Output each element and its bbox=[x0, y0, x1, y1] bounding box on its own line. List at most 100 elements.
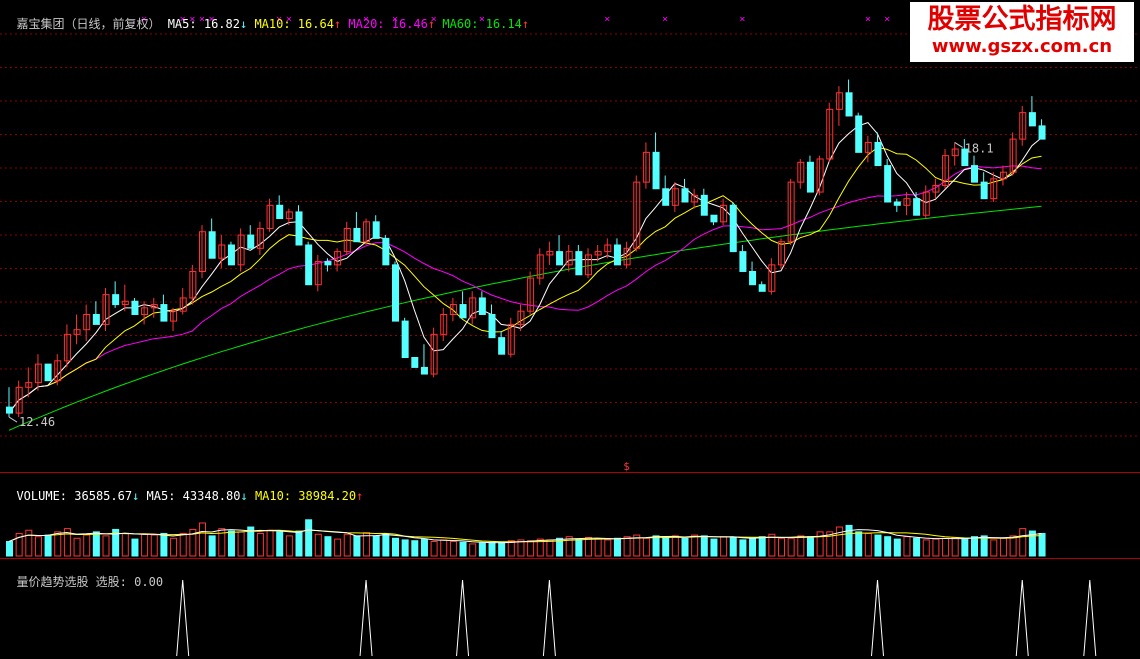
volume-bar-up bbox=[932, 538, 940, 557]
candle-down bbox=[681, 188, 689, 203]
volume-bar-up bbox=[720, 536, 728, 557]
volume-bar-up bbox=[121, 532, 129, 557]
candle-down bbox=[44, 363, 52, 382]
ma5-arrow-icon: ↓ bbox=[239, 17, 248, 31]
indicator-value: 0.00 bbox=[134, 575, 164, 589]
candle-down bbox=[112, 294, 120, 306]
volume-bar-up bbox=[449, 541, 457, 557]
volume-bar-up bbox=[440, 539, 448, 557]
volume-bar-up bbox=[102, 535, 110, 557]
volume-ma5-label: MA5: bbox=[146, 489, 176, 503]
volume-bar-down bbox=[652, 535, 660, 557]
candle-down bbox=[392, 264, 399, 322]
candle-down bbox=[749, 270, 757, 286]
volume-ma5-value: 43348.80 bbox=[182, 489, 241, 503]
signal-spike bbox=[1015, 579, 1029, 657]
volume-bar-down bbox=[893, 538, 901, 557]
volume-bar-up bbox=[594, 538, 602, 557]
volume-bar-down bbox=[478, 542, 486, 557]
candle-down bbox=[208, 231, 216, 259]
indicator-header: 量价趋势选股 选股: 0.00 bbox=[2, 561, 163, 589]
volume-bar-up bbox=[34, 536, 42, 557]
volume-bar-down bbox=[710, 538, 718, 557]
volume-bar-down bbox=[411, 540, 419, 557]
volume-label: VOLUME: bbox=[16, 489, 68, 503]
volume-bar-up bbox=[237, 531, 245, 557]
candle-down bbox=[488, 313, 496, 339]
volume-bar-down bbox=[575, 538, 583, 557]
volume-bar-down bbox=[372, 535, 380, 557]
volume-arrow-icon: ↓ bbox=[132, 489, 140, 503]
candle-down bbox=[227, 244, 235, 266]
volume-bar-down bbox=[160, 532, 168, 557]
volume-bar-down bbox=[44, 534, 52, 557]
volume-bar-up bbox=[266, 529, 274, 557]
signal-spike bbox=[1083, 579, 1097, 657]
signal-spike bbox=[456, 579, 470, 657]
volume-ma10-value: 38984.20 bbox=[298, 489, 357, 503]
volume-bar-down bbox=[806, 536, 814, 557]
cross-marker: × bbox=[604, 14, 610, 25]
volume-bar-up bbox=[141, 533, 149, 557]
ma20-value: 16.46 bbox=[391, 17, 428, 31]
candle-down bbox=[372, 221, 380, 239]
kline-chart-canvas[interactable]: ××××××××××××××××××$12.4618.1 bbox=[0, 0, 1140, 659]
volume-bar-up bbox=[334, 538, 342, 557]
candle-down bbox=[980, 181, 988, 200]
candle-down bbox=[295, 211, 303, 246]
candle-down bbox=[401, 320, 409, 358]
candle-down bbox=[1028, 112, 1036, 127]
volume-bar-down bbox=[353, 535, 361, 557]
volume-bar-down bbox=[729, 536, 737, 557]
cross-marker: × bbox=[884, 14, 890, 25]
candle-down bbox=[806, 161, 814, 193]
candle-down bbox=[575, 251, 583, 276]
candle-down bbox=[845, 92, 853, 117]
volume-bar-down bbox=[1038, 532, 1046, 557]
ma5-label: MA5: bbox=[167, 17, 197, 31]
dollar-marker: $ bbox=[623, 460, 630, 473]
signal-spike bbox=[542, 579, 556, 657]
candle-down bbox=[913, 198, 921, 216]
volume-bar-up bbox=[256, 532, 264, 557]
ma10-label: MA10: bbox=[254, 17, 291, 31]
volume-bar-up bbox=[343, 533, 351, 557]
volume-bar-down bbox=[758, 536, 766, 557]
volume-bar-down bbox=[739, 539, 747, 557]
candle-down bbox=[6, 406, 13, 414]
candle-down bbox=[758, 284, 766, 292]
volume-bar-down bbox=[855, 531, 863, 557]
volume-bar-up bbox=[430, 541, 438, 557]
candle-down bbox=[420, 366, 428, 375]
candle-down bbox=[382, 237, 390, 266]
ma20-line bbox=[8, 165, 1042, 414]
volume-bar-down bbox=[913, 537, 921, 557]
candle-down bbox=[613, 244, 621, 266]
ma5-value: 16.82 bbox=[203, 17, 240, 31]
volume-ma10-label: MA10: bbox=[254, 489, 292, 503]
candle-down bbox=[1038, 125, 1046, 140]
candle-down bbox=[971, 165, 978, 183]
low-pointer bbox=[8, 416, 18, 423]
volume-bar-down bbox=[662, 536, 670, 557]
volume-bar-up bbox=[951, 536, 959, 557]
volume-bar-down bbox=[208, 535, 216, 557]
volume-bar-down bbox=[961, 537, 969, 557]
volume-bar-up bbox=[787, 537, 795, 557]
candle-down bbox=[411, 357, 419, 368]
candle-down bbox=[893, 201, 901, 206]
volume-bar-down bbox=[459, 541, 467, 557]
candle-down bbox=[276, 204, 284, 220]
volume-bar-up bbox=[797, 535, 805, 557]
volume-bar-up bbox=[469, 543, 477, 557]
volume-bar-up bbox=[835, 526, 843, 557]
candle-down bbox=[855, 115, 863, 153]
ma20-label: MA20: bbox=[348, 17, 385, 31]
volume-bar-down bbox=[92, 531, 100, 557]
watermark-logo: 股票公式指标网 www.gszx.com.cn bbox=[910, 2, 1134, 62]
candle-down bbox=[247, 234, 255, 249]
stock-name-period: 嘉宝集团（日线，前复权） bbox=[16, 17, 161, 31]
volume-value: 36585.67 bbox=[74, 489, 133, 503]
volume-bar-up bbox=[990, 539, 998, 557]
volume-bar-down bbox=[980, 535, 988, 557]
